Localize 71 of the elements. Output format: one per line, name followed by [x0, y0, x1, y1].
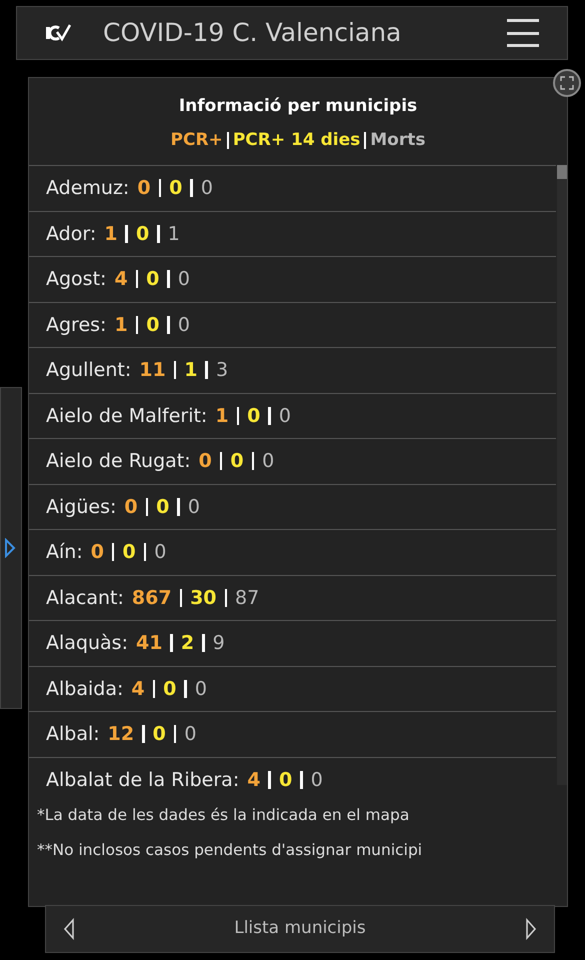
- count-value: 0: [152, 722, 166, 747]
- count-value: 4: [131, 676, 145, 702]
- count-value: 1: [168, 222, 180, 246]
- app-title: COVID-19 C. Valenciana: [103, 17, 402, 50]
- count-value: 1: [104, 222, 118, 246]
- panel-title: Informació per municipis: [178, 95, 418, 118]
- municipality-name: Albaida:: [46, 676, 124, 702]
- expand-icon: [560, 76, 574, 90]
- count-value: 0: [278, 404, 291, 428]
- municipality-name: Albalat de la Ribera:: [46, 768, 240, 792]
- count-value: 0: [310, 768, 323, 792]
- count-value: 0: [230, 449, 244, 474]
- count-value: 0: [137, 176, 151, 201]
- footnote: *La data de les dades és la indicada en el mapa: [37, 805, 410, 826]
- count-value: 0: [169, 176, 182, 201]
- count-value: 30: [190, 586, 217, 610]
- municipality-name: Albal:: [46, 722, 100, 747]
- municipality-name: Ador:: [46, 222, 96, 246]
- expand-button[interactable]: [553, 69, 581, 97]
- count-value: 867: [132, 586, 172, 610]
- count-value: 3: [216, 358, 228, 383]
- count-value: 4: [247, 768, 260, 792]
- count-value: 0: [262, 449, 274, 474]
- footer-label: Llista municipis: [234, 917, 366, 940]
- count-value: 1: [215, 404, 229, 428]
- count-value: 12: [108, 722, 134, 747]
- count-value: 0: [124, 494, 138, 520]
- count-value: 9: [212, 631, 225, 656]
- count-value: 87: [235, 586, 260, 610]
- legend-label: PCR+ 14 dies: [232, 128, 360, 152]
- count-value: 0: [247, 404, 260, 428]
- count-value: 0: [188, 494, 200, 520]
- count-value: 0: [194, 676, 207, 702]
- logo-icon: [45, 23, 71, 43]
- menu-button[interactable]: [507, 19, 539, 47]
- count-value: 0: [178, 312, 190, 338]
- count-value: 0: [122, 540, 136, 565]
- count-value: 0: [154, 540, 166, 565]
- count-value: 41: [136, 631, 162, 656]
- next-arrow-icon[interactable]: [524, 918, 537, 940]
- municipality-name: Aielo de Rugat:: [46, 449, 191, 474]
- municipality-name: Agullent:: [46, 358, 132, 383]
- count-value: 0: [278, 768, 292, 792]
- count-value: 0: [200, 176, 213, 201]
- count-value: 0: [136, 222, 150, 246]
- expand-arrow-icon[interactable]: [4, 538, 16, 558]
- municipality-name: Alacant:: [46, 586, 124, 610]
- municipality-name: Aigües:: [46, 494, 116, 520]
- count-value: 1: [114, 312, 128, 338]
- previous-arrow-icon[interactable]: [63, 918, 75, 940]
- count-value: 2: [180, 631, 194, 656]
- count-value: 0: [198, 449, 212, 474]
- municipality-name: Ademuz:: [46, 176, 130, 201]
- count-value: 0: [184, 722, 196, 747]
- count-value: 0: [146, 312, 160, 338]
- municipality-name: Agost:: [46, 267, 106, 292]
- municipality-name: Agres:: [46, 312, 106, 338]
- count-value: 0: [156, 494, 170, 520]
- count-value: 0: [178, 267, 190, 292]
- count-value: 0: [163, 676, 176, 702]
- legend-label: Morts: [370, 128, 426, 152]
- municipality-name: Alaquàs:: [46, 631, 128, 656]
- count-value: 11: [139, 358, 166, 383]
- legend-label: PCR+: [170, 128, 223, 152]
- count-value: 0: [90, 540, 104, 565]
- municipality-name: Aín:: [46, 540, 83, 565]
- count-value: 4: [114, 267, 128, 292]
- footnote: **No inclosos casos pendents d'assignar municipi: [37, 840, 424, 862]
- count-value: 0: [146, 267, 160, 292]
- count-value: 1: [184, 358, 198, 383]
- municipality-name: Aielo de Malferit:: [46, 404, 208, 428]
